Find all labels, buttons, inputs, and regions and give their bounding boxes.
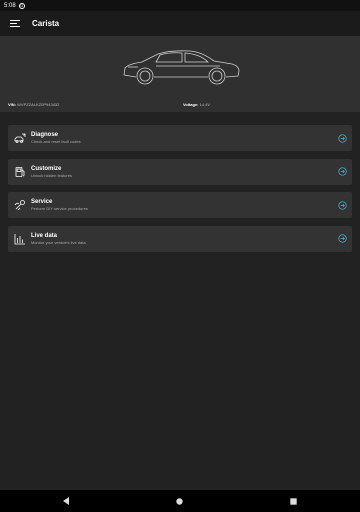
vehicle-hero: VIN: WVPZZALKZ0P943432 Voltage: 14.4V: [0, 36, 360, 112]
status-bar: 5:08 G: [0, 0, 360, 11]
status-time: 5:08: [4, 2, 16, 9]
sync-icon: G: [18, 2, 25, 9]
app-title: Carista: [32, 19, 60, 28]
system-nav-bar: [0, 490, 360, 512]
bar-chart-icon: [14, 233, 25, 244]
car-diagnose-icon: [14, 133, 26, 143]
feature-list: Diagnose Check and reset fault codes Cus…: [8, 125, 352, 259]
feature-subtitle: Unlock hidden features: [31, 172, 72, 178]
feature-title: Live data: [31, 232, 58, 239]
vin-label: VIN:: [8, 102, 16, 107]
feature-title: Service: [31, 199, 53, 205]
feature-card-customize[interactable]: Customize Unlock hidden features: [8, 158, 352, 185]
arrow-right-circle-icon: [338, 167, 347, 176]
feature-card-live-data[interactable]: Live data Monitor your vehicle's live da…: [8, 225, 352, 252]
feature-subtitle: Monitor your vehicle's live data: [31, 239, 86, 245]
feature-title: Diagnose: [31, 132, 59, 138]
menu-icon[interactable]: [10, 19, 20, 28]
arrow-right-circle-icon: [338, 200, 347, 210]
fuel-customize-icon: [15, 166, 25, 177]
app-bar: Carista: [0, 11, 360, 36]
feature-card-diagnose[interactable]: Diagnose Check and reset fault codes: [8, 125, 352, 151]
back-icon[interactable]: [63, 497, 71, 505]
arrow-right-circle-icon: [338, 234, 347, 243]
feature-subtitle: Check and reset fault codes: [31, 139, 81, 144]
feature-card-service[interactable]: Service Perform DIY service procedures: [8, 192, 352, 218]
wrench-service-icon: [14, 200, 25, 211]
voltage-value: 14.4V: [199, 102, 211, 107]
vin-info: VIN: WVPZZALKZ0P943432: [8, 102, 59, 107]
voltage-info: Voltage: 14.4V: [183, 102, 210, 107]
home-icon[interactable]: [176, 497, 184, 505]
feature-subtitle: Perform DIY service procedures: [31, 206, 88, 211]
car-illustration-icon: [123, 50, 240, 85]
voltage-label: Voltage:: [183, 102, 199, 107]
arrow-right-circle-icon: [338, 133, 347, 143]
vin-value: WVPZZALKZ0P943432: [17, 102, 60, 107]
feature-title: Customize: [31, 165, 62, 172]
recents-icon[interactable]: [289, 497, 297, 505]
